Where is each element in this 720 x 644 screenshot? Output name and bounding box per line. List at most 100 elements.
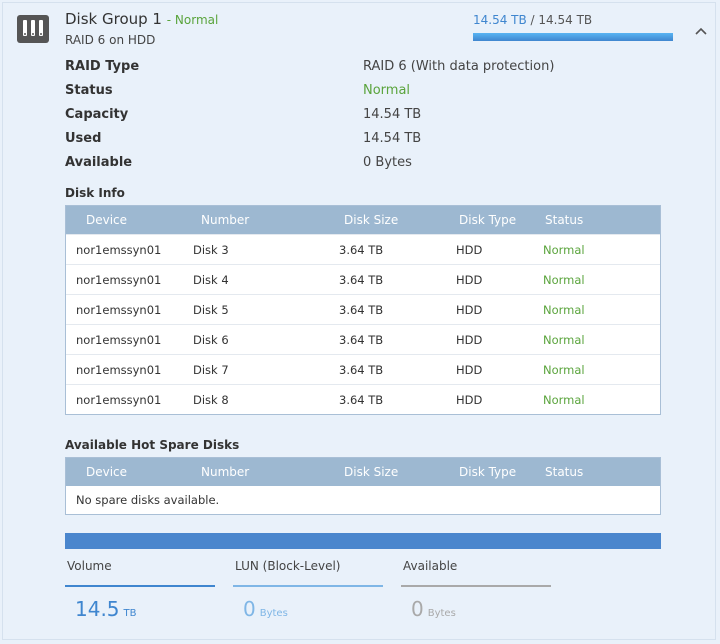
empty-message-row: No spare disks available. — [66, 486, 660, 514]
disk-group-name: Disk Group 1 — [65, 10, 162, 28]
stat-number: 0 — [411, 597, 424, 621]
property-label: Capacity — [65, 107, 129, 122]
table-row[interactable]: nor1emssyn01 Disk 3 3.64 TB HDD Normal — [66, 234, 660, 264]
usage-text: 14.54 TB / 14.54 TB — [473, 13, 592, 27]
property-value: 0 Bytes — [363, 155, 412, 170]
hot-spare-title: Available Hot Spare Disks — [65, 438, 240, 452]
stat-number: 0 — [243, 597, 256, 621]
cell-disk-size: 3.64 TB — [339, 273, 384, 287]
stat-lun: LUN (Block-Level) 0 Bytes — [233, 559, 383, 621]
cell-disk-size: 3.64 TB — [339, 303, 384, 317]
cell-disk-type: HDD — [456, 393, 483, 407]
column-header-status[interactable]: Status — [545, 465, 583, 479]
status-prefix: - — [166, 13, 175, 27]
table-header: Device Number Disk Size Disk Type Status — [66, 206, 660, 234]
column-header-disk-size[interactable]: Disk Size — [344, 213, 398, 227]
property-used: Used 14.54 TB — [65, 131, 665, 155]
stat-available: Available 0 Bytes — [401, 559, 551, 621]
column-header-device[interactable]: Device — [86, 213, 127, 227]
cell-disk-type: HDD — [456, 333, 483, 347]
empty-message: No spare disks available. — [76, 493, 220, 507]
cell-number: Disk 5 — [193, 303, 229, 317]
stat-label: Volume — [67, 559, 112, 573]
column-header-number[interactable]: Number — [201, 465, 249, 479]
disk-info-title: Disk Info — [65, 186, 125, 200]
usage-used: 14.54 TB — [473, 13, 527, 27]
cell-device: nor1emssyn01 — [76, 393, 162, 407]
chevron-up-icon[interactable] — [693, 23, 709, 39]
disk-group-subtitle: RAID 6 on HDD — [65, 33, 156, 47]
property-label: Used — [65, 131, 102, 146]
stat-volume: Volume 14.5 TB — [65, 559, 215, 621]
table-header: Device Number Disk Size Disk Type Status — [66, 458, 660, 486]
cell-disk-size: 3.64 TB — [339, 363, 384, 377]
property-value: 14.54 TB — [363, 107, 422, 122]
disk-group-status: - Normal — [167, 13, 219, 27]
cell-number: Disk 4 — [193, 273, 229, 287]
stat-unit: Bytes — [427, 608, 456, 619]
stat-unit: TB — [123, 608, 137, 619]
cell-device: nor1emssyn01 — [76, 273, 162, 287]
cell-disk-size: 3.64 TB — [339, 333, 384, 347]
table-row[interactable]: nor1emssyn01 Disk 4 3.64 TB HDD Normal — [66, 264, 660, 294]
cell-device: nor1emssyn01 — [76, 333, 162, 347]
cell-number: Disk 8 — [193, 393, 229, 407]
page-title: Disk Group 1 - Normal — [65, 10, 218, 28]
property-capacity: Capacity 14.54 TB — [65, 107, 665, 131]
cell-status: Normal — [543, 363, 585, 377]
column-header-device[interactable]: Device — [86, 465, 127, 479]
stat-label: Available — [403, 559, 458, 573]
stat-unit: Bytes — [259, 608, 288, 619]
property-label: Available — [65, 155, 133, 170]
cell-disk-type: HDD — [456, 273, 483, 287]
property-value: RAID 6 (With data protection) — [363, 59, 555, 74]
stat-value: 0 Bytes — [401, 597, 551, 621]
disk-group-icon — [17, 15, 49, 43]
usage-separator: / — [526, 13, 539, 27]
column-header-status[interactable]: Status — [545, 213, 583, 227]
stat-value: 0 Bytes — [233, 597, 383, 621]
cell-status: Normal — [543, 303, 585, 317]
status-text: Normal — [174, 13, 219, 27]
cell-device: nor1emssyn01 — [76, 363, 162, 377]
cell-status: Normal — [543, 273, 585, 287]
property-label: RAID Type — [65, 59, 140, 74]
table-row[interactable]: nor1emssyn01 Disk 5 3.64 TB HDD Normal — [66, 294, 660, 324]
allocation-bar — [65, 533, 661, 549]
disk-info-table: Device Number Disk Size Disk Type Status… — [65, 205, 661, 415]
cell-status: Normal — [543, 333, 585, 347]
property-raid-type: RAID Type RAID 6 (With data protection) — [65, 59, 665, 83]
usage-bar — [473, 33, 673, 41]
stat-label: LUN (Block-Level) — [235, 559, 341, 573]
property-value: Normal — [363, 83, 411, 98]
stat-underline — [233, 585, 383, 587]
hot-spare-table: Device Number Disk Size Disk Type Status… — [65, 457, 661, 515]
column-header-number[interactable]: Number — [201, 213, 249, 227]
usage-total: 14.54 TB — [538, 13, 593, 27]
cell-disk-size: 3.64 TB — [339, 393, 384, 407]
cell-status: Normal — [543, 243, 585, 257]
properties-list: RAID Type RAID 6 (With data protection) … — [65, 59, 665, 179]
cell-status: Normal — [543, 393, 585, 407]
table-row[interactable]: nor1emssyn01 Disk 8 3.64 TB HDD Normal — [66, 384, 660, 414]
table-row[interactable]: nor1emssyn01 Disk 7 3.64 TB HDD Normal — [66, 354, 660, 384]
cell-number: Disk 3 — [193, 243, 229, 257]
column-header-disk-size[interactable]: Disk Size — [344, 465, 398, 479]
property-status: Status Normal — [65, 83, 665, 107]
cell-device: nor1emssyn01 — [76, 243, 162, 257]
cell-disk-type: HDD — [456, 363, 483, 377]
stat-number: 14.5 — [75, 597, 120, 621]
cell-device: nor1emssyn01 — [76, 303, 162, 317]
usage-bar-fill — [473, 33, 673, 41]
property-value: 14.54 TB — [363, 131, 422, 146]
property-label: Status — [65, 83, 113, 98]
column-header-disk-type[interactable]: Disk Type — [459, 213, 516, 227]
cell-disk-type: HDD — [456, 243, 483, 257]
stat-value: 14.5 TB — [65, 597, 215, 621]
stat-underline — [65, 585, 215, 587]
table-row[interactable]: nor1emssyn01 Disk 6 3.64 TB HDD Normal — [66, 324, 660, 354]
stat-underline — [401, 585, 551, 587]
cell-disk-size: 3.64 TB — [339, 243, 384, 257]
column-header-disk-type[interactable]: Disk Type — [459, 465, 516, 479]
cell-disk-type: HDD — [456, 303, 483, 317]
